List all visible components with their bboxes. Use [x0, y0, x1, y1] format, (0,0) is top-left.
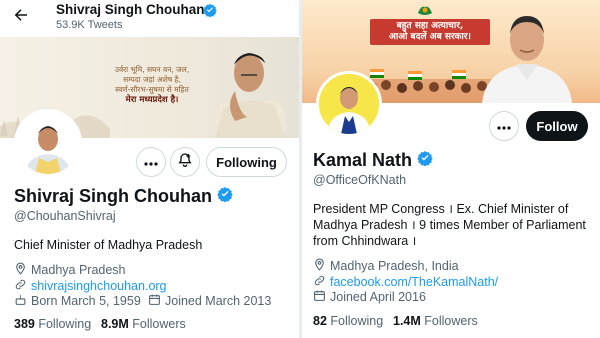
location-pin-icon	[14, 262, 31, 278]
more-options-button[interactable]	[136, 147, 166, 177]
followers-count-link[interactable]: 8.9M Followers	[101, 317, 186, 331]
follow-button[interactable]: Follow	[526, 111, 588, 141]
profile-panel-kamalnath: बहुत सहा अत्याचार, आओ बदलें अब सरकार। Fo…	[302, 0, 600, 338]
join-date-text: Joined March 2013	[165, 294, 272, 308]
link-icon	[14, 278, 31, 294]
profile-website: shivrajsinghchouhan.org	[14, 278, 167, 294]
verified-badge-icon	[417, 150, 433, 171]
header-tweet-count: 53.9K Tweets	[56, 19, 123, 31]
profile-handle: @OfficeOfKNath	[313, 173, 407, 187]
header-display-name: Shivraj Singh Chouhan	[56, 2, 205, 17]
followers-count: 8.9M	[101, 317, 129, 331]
following-count: 82	[313, 314, 327, 328]
party-logo-icon	[418, 6, 432, 15]
calendar-icon	[148, 293, 165, 309]
followers-label: Followers	[132, 317, 186, 331]
verified-badge-icon	[203, 3, 217, 22]
more-options-button[interactable]	[489, 111, 519, 141]
profile-display-name: Kamal Nath	[313, 150, 433, 171]
banner-poem: उर्वरा भूमि, सघन वन, जल, सम्पदा जहां अशे…	[92, 65, 212, 105]
back-arrow-icon[interactable]	[12, 6, 30, 24]
display-name-text: Kamal Nath	[313, 150, 413, 170]
profile-handle: @ChouhanShivraj	[14, 209, 116, 223]
more-icon	[144, 153, 158, 171]
website-link[interactable]: facebook.com/TheKamalNath/	[330, 275, 498, 289]
profile-avatar[interactable]	[14, 109, 82, 177]
birthdate-text: Born March 5, 1959	[31, 294, 141, 308]
profile-header-bar: Shivraj Singh Chouhan 53.9K Tweets	[0, 0, 299, 36]
following-count-link[interactable]: 389 Following	[14, 317, 91, 331]
banner-portrait	[482, 16, 572, 103]
poem-line-1: उर्वरा भूमि, सघन वन, जल,	[114, 65, 190, 74]
following-label: Following	[330, 314, 384, 328]
calendar-icon	[313, 289, 330, 305]
profile-panel-shivraj: Shivraj Singh Chouhan 53.9K Tweets उर्वर…	[0, 0, 299, 338]
location-text: Madhya Pradesh	[31, 263, 126, 277]
join-date-text: Joined April 2016	[330, 290, 426, 304]
location-text: Madhya Pradesh, India	[330, 259, 459, 273]
poem-line-2: सम्पदा जहां अशेष है,	[123, 75, 181, 84]
website-link[interactable]: shivrajsinghchouhan.org	[31, 279, 167, 293]
followers-count-link[interactable]: 1.4M Followers	[393, 314, 478, 328]
profile-avatar[interactable]	[316, 71, 382, 137]
link-icon	[313, 274, 330, 290]
profile-birthdate: Born March 5, 1959	[14, 293, 141, 309]
notification-bell-icon	[177, 152, 193, 173]
more-icon	[497, 117, 511, 135]
profile-display-name: Shivraj Singh Chouhan	[14, 186, 233, 207]
profile-location: Madhya Pradesh, India	[313, 258, 459, 274]
profile-bio: President MP Congress । Ex. Chief Minist…	[313, 202, 586, 248]
followers-label: Followers	[424, 314, 478, 328]
display-name-text: Shivraj Singh Chouhan	[14, 186, 213, 206]
location-pin-icon	[313, 258, 330, 274]
profile-join-date: Joined March 2013	[148, 293, 271, 309]
profile-bio: Chief Minister of Madhya Pradesh	[14, 238, 203, 252]
profile-location: Madhya Pradesh	[14, 262, 126, 278]
slogan-line-1: बहुत सहा अत्याचार,	[396, 21, 464, 31]
notifications-button[interactable]	[170, 147, 200, 177]
following-count: 389	[14, 317, 35, 331]
verified-badge-icon	[217, 186, 233, 207]
banner-portrait	[215, 53, 285, 138]
poem-line-4: मेरा मध्यप्रदेश है।	[125, 95, 179, 105]
followers-count: 1.4M	[393, 314, 421, 328]
profile-website: facebook.com/TheKamalNath/	[313, 274, 498, 290]
slogan-line-2: आओ बदलें अब सरकार।	[389, 32, 471, 42]
poem-line-3: स्वर्ण-सौरभ-सुषमा से महित	[115, 85, 189, 94]
birthday-icon	[14, 293, 31, 309]
profile-join-date: Joined April 2016	[313, 289, 426, 305]
following-count-link[interactable]: 82 Following	[313, 314, 383, 328]
following-button[interactable]: Following	[206, 147, 287, 177]
following-label: Following	[38, 317, 92, 331]
